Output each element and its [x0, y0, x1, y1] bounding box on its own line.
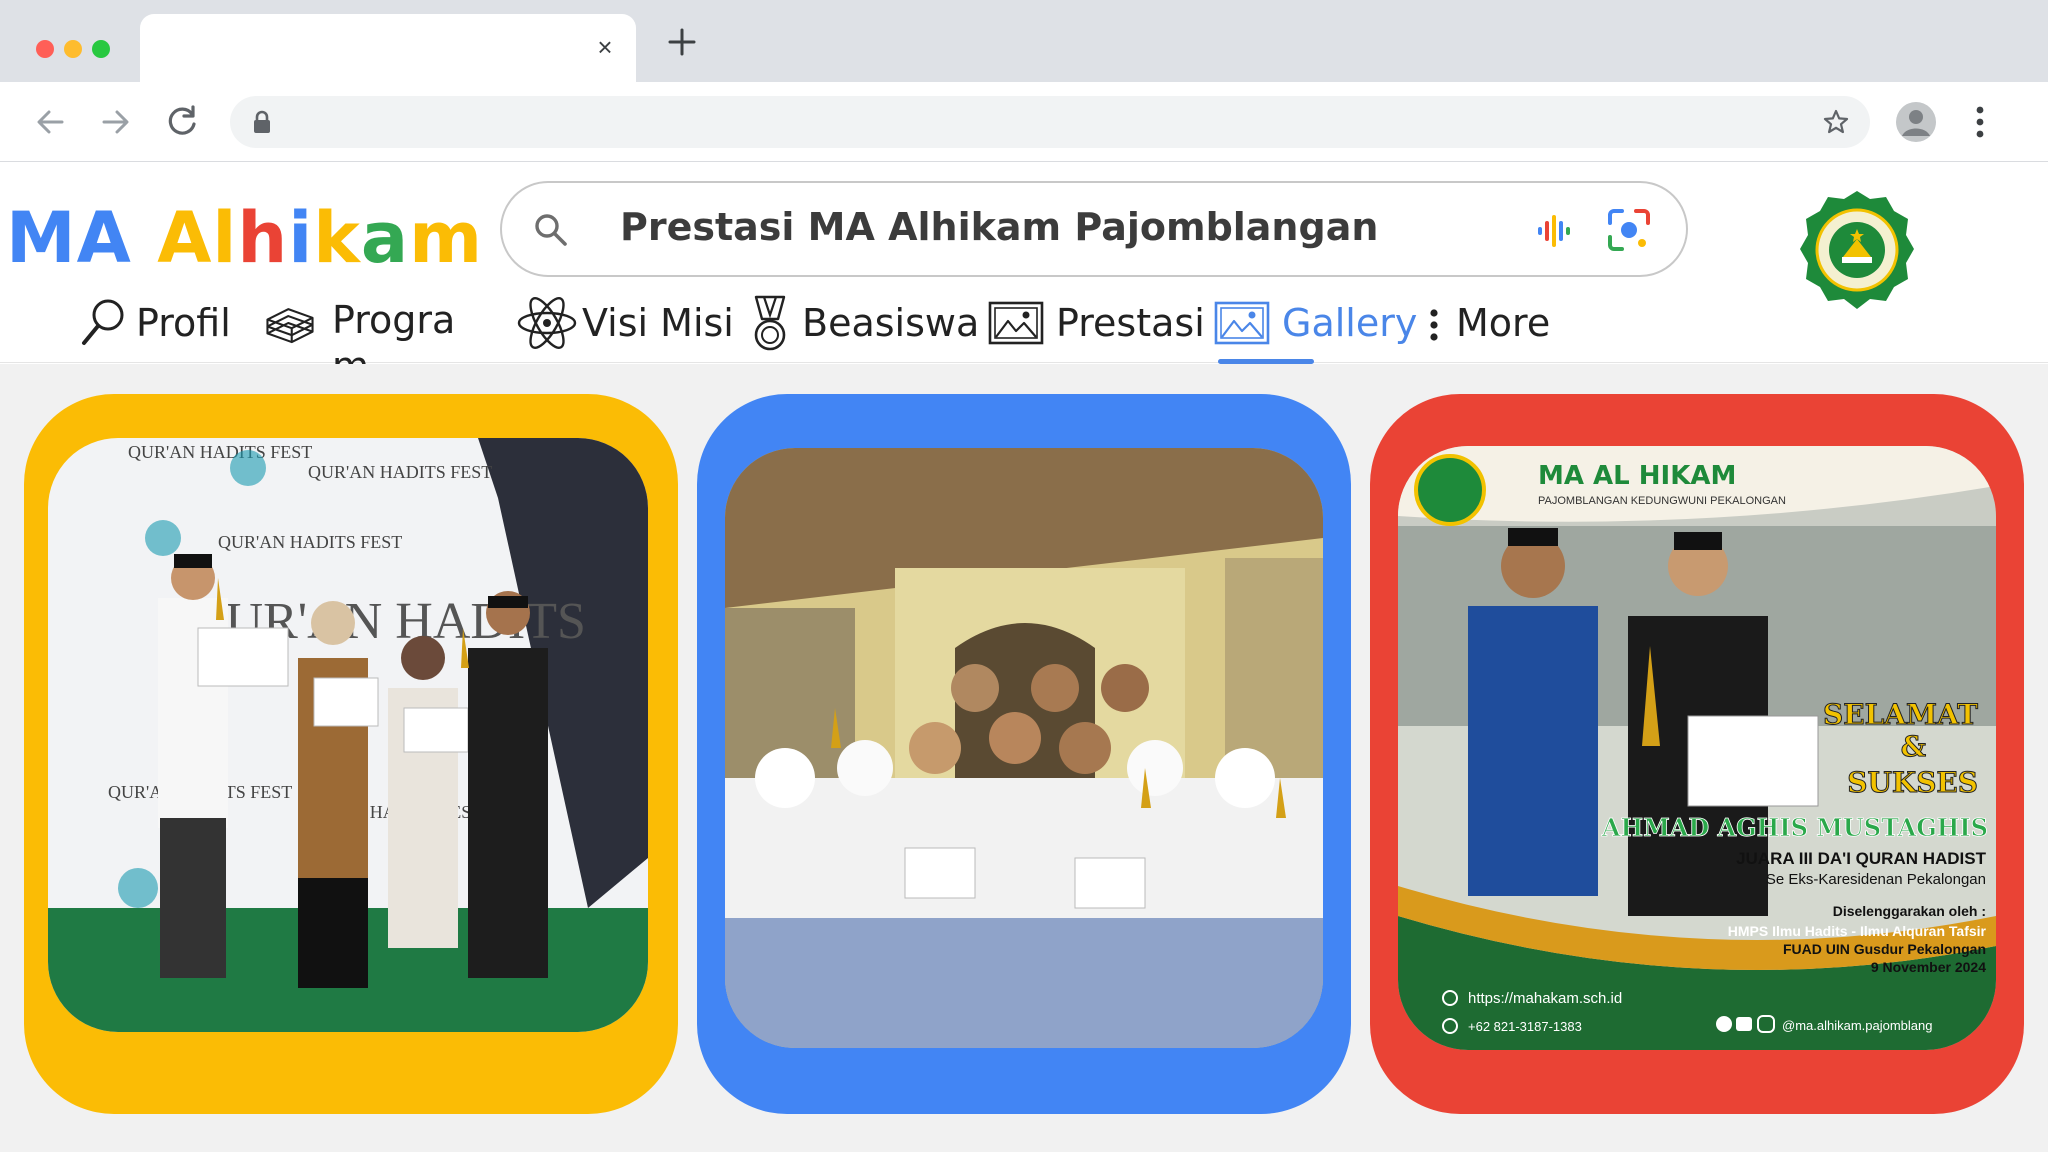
search-query[interactable]: Prestasi MA Alhikam Pajomblangan [620, 205, 1378, 249]
gallery-card-2[interactable] [697, 394, 1351, 1114]
nav-beasiswa-label: Beasiswa [802, 301, 980, 345]
site-header: MA Alhikam Prestasi MA Alhikam Pajomblan… [0, 163, 2048, 388]
profile-avatar[interactable] [1896, 102, 1936, 142]
poster-organizer-label: Diselenggarakan oleh : [1833, 903, 1986, 919]
photo-image: QUR'AN HADITS FEST QUR'AN HADITS FEST QU… [48, 438, 648, 1032]
gallery-card-3[interactable]: MA AL HIKAM PAJOMBLANGAN KEDUNGWUNI PEKA… [1370, 394, 2024, 1114]
poster-winner-name: AHMAD AGHIS MUSTAGHIS [1601, 813, 1988, 842]
nav-more-label: More [1456, 301, 1551, 345]
brand-letter: i [288, 197, 314, 279]
vertical-dots-icon [1430, 309, 1438, 341]
forward-arrow-icon[interactable] [96, 102, 136, 142]
student-group-trophies-photo[interactable] [725, 448, 1323, 1048]
poster-greeting-2: SUKSES [1847, 766, 1978, 799]
facebook-icon [1716, 1016, 1732, 1032]
brand-letter: A [76, 197, 132, 279]
atom-icon [517, 297, 577, 349]
brand-letter: h [237, 197, 289, 279]
book-stack-icon [266, 308, 314, 344]
brand-letter: m [409, 197, 484, 279]
browser-tab[interactable]: × [140, 14, 636, 82]
magnifier-icon [82, 299, 124, 345]
bookmark-star-icon[interactable] [1822, 108, 1850, 136]
window-maximize-button[interactable] [92, 40, 110, 58]
lock-icon [254, 110, 270, 133]
site-navigation: Profil Progra m Visi Misi [0, 289, 2048, 388]
window-close-button[interactable] [36, 40, 54, 58]
person-icon [1896, 102, 1936, 142]
poster-date: 9 November 2024 [1871, 959, 1986, 975]
tab-strip: × [0, 0, 2048, 82]
medal-icon [754, 295, 786, 351]
tab-close-icon[interactable]: × [590, 32, 620, 62]
poster-greeting-amp: & [1901, 730, 1926, 763]
congratulations-poster[interactable]: MA AL HIKAM PAJOMBLANGAN KEDUNGWUNI PEKA… [1398, 446, 1996, 1050]
youtube-icon [1736, 1017, 1752, 1031]
reload-icon[interactable] [162, 102, 202, 142]
nav-gallery-label: Gallery [1282, 301, 1418, 345]
poster-address: PAJOMBLANGAN KEDUNGWUNI PEKALONGAN [1538, 495, 1786, 507]
poster-scope: Se Eks-Karesidenan Pekalongan [1766, 871, 1986, 888]
lens-search-icon[interactable] [1604, 205, 1654, 255]
nav-visi-misi-label: Visi Misi [582, 301, 734, 345]
poster-website: https://mahakam.sch.id [1468, 990, 1622, 1007]
address-bar[interactable] [230, 96, 1870, 148]
browser-menu-icon[interactable] [1966, 102, 1994, 142]
poster-school-name: MA AL HIKAM [1538, 461, 1736, 491]
brand-letter: A [157, 197, 213, 279]
brand-letter: a [360, 197, 410, 279]
brand-letter [132, 197, 157, 279]
poster-organizer-1: HMPS Ilmu Hadits - Ilmu Alquran Tafsir [1728, 923, 1987, 939]
poster-greeting-1: SELAMAT [1823, 698, 1978, 731]
image-icon [988, 301, 1044, 345]
brand-letter: l [212, 197, 238, 279]
nav-profil-label: Profil [136, 301, 231, 345]
brand-letter: k [313, 197, 361, 279]
window-minimize-button[interactable] [64, 40, 82, 58]
search-icon[interactable] [532, 211, 570, 249]
image-icon [1214, 301, 1270, 345]
poster-image: MA AL HIKAM PAJOMBLANGAN KEDUNGWUNI PEKA… [1398, 446, 1996, 1050]
voice-search-icon[interactable] [1532, 207, 1580, 255]
backdrop-text: QUR'AN HADITS FEST [128, 442, 312, 462]
search-bar[interactable]: Prestasi MA Alhikam Pajomblangan [500, 181, 1688, 277]
new-tab-icon[interactable] [666, 26, 698, 58]
poster-social: @ma.alhikam.pajomblang [1782, 1018, 1933, 1033]
backdrop-text: QUR'AN HADITS FEST [218, 532, 402, 552]
backdrop-text: QUR'AN HADITS FEST [308, 462, 492, 482]
poster-organizer-2: FUAD UIN Gusdur Pekalongan [1783, 941, 1986, 957]
browser-toolbar [0, 82, 2048, 162]
poster-phone: +62 821-3187-1383 [1468, 1019, 1582, 1034]
quran-hadits-fest-winners-photo[interactable]: QUR'AN HADITS FEST QUR'AN HADITS FEST QU… [48, 438, 648, 1032]
brand-letter: M [6, 197, 77, 279]
gallery-card-1[interactable]: QUR'AN HADITS FEST QUR'AN HADITS FEST QU… [24, 394, 678, 1114]
back-arrow-icon[interactable] [30, 102, 70, 142]
photo-image [725, 448, 1323, 1048]
site-logo-text[interactable]: MA Alhikam [6, 197, 483, 279]
nav-prestasi-label: Prestasi [1056, 301, 1205, 345]
poster-award: JUARA III DA'I QURAN HADIST [1736, 849, 1987, 868]
